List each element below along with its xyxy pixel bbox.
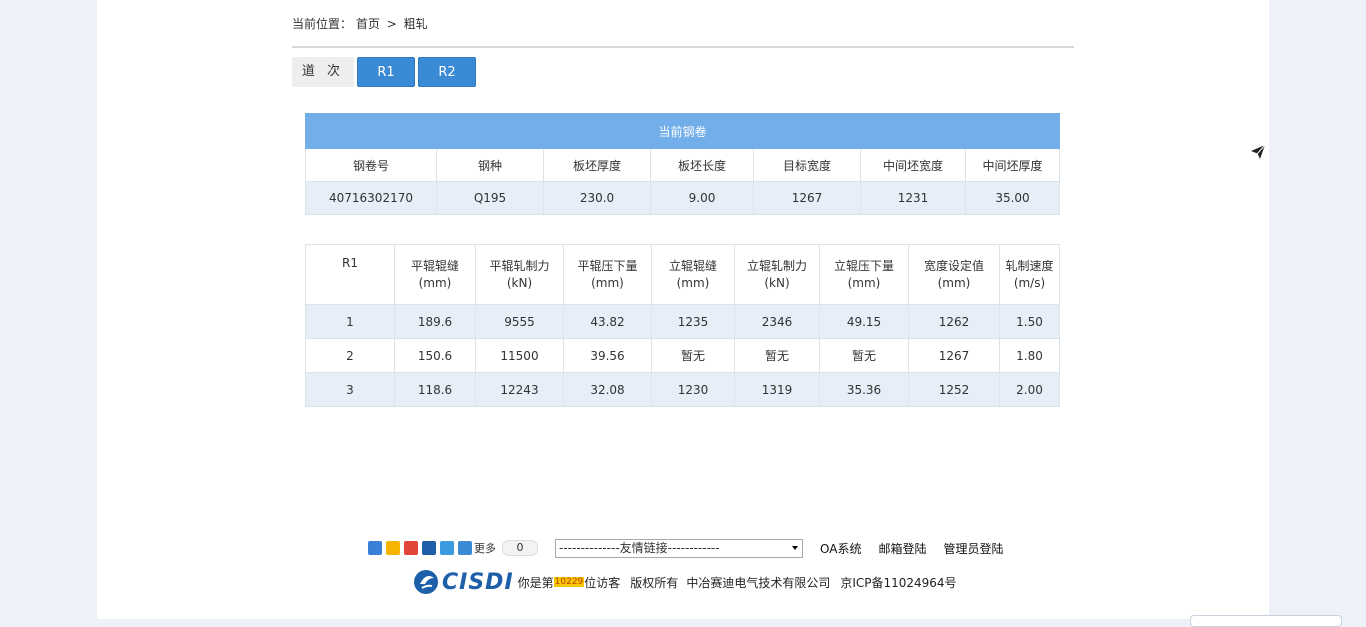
cisdi-logo-icon — [414, 570, 438, 594]
coil-value-cell: 230.0 — [543, 181, 651, 215]
coil-value-cell: 1231 — [860, 181, 966, 215]
roll-cell: 35.36 — [819, 372, 909, 407]
visitor-suffix: 位访客 — [584, 575, 621, 590]
admin-login-link[interactable]: 管理员登陆 — [943, 540, 1003, 557]
coil-value-cell: Q195 — [436, 181, 544, 215]
roll-cell: 9555 — [475, 304, 564, 339]
roll-cell: 暂无 — [734, 338, 820, 373]
share-tencent-icon[interactable] — [440, 541, 454, 555]
current-coil-table: 当前钢卷 钢卷号 钢种 板坯厚度 板坯长度 目标宽度 中间坯宽度 中间坯厚度 4… — [305, 113, 1060, 215]
roll-cell: 1319 — [734, 372, 820, 407]
copyright-label: 版权所有 — [630, 575, 679, 590]
roll-cell: 49.15 — [819, 304, 909, 339]
roll-cell: 189.6 — [394, 304, 476, 339]
breadcrumb-separator: > — [386, 17, 397, 31]
roll-cell: 32.08 — [563, 372, 652, 407]
roll-header-cell: 立辊压下量 (mm) — [819, 244, 909, 305]
footer-info-row: CISDI 你是第 10229 位访客 版权所有 中冶赛迪电气技术有限公司 京I… — [413, 568, 957, 596]
coil-value-cell: 1267 — [753, 181, 861, 215]
floating-widget[interactable] — [1190, 615, 1342, 627]
coil-table-header-row: 钢卷号 钢种 板坯厚度 板坯长度 目标宽度 中间坯宽度 中间坯厚度 — [305, 148, 1060, 182]
coil-header-cell: 钢卷号 — [305, 148, 437, 182]
chevron-down-icon — [792, 545, 798, 550]
roll-cell: 1235 — [651, 304, 735, 339]
roll-cell: 2.00 — [999, 372, 1060, 407]
share-more-label[interactable]: 更多 — [474, 540, 496, 556]
roll-cell: 1.80 — [999, 338, 1060, 373]
table-row: 1 189.6 9555 43.82 1235 2346 49.15 1262 … — [305, 304, 1060, 339]
pass-selector: 道 次 R1 R2 — [292, 57, 479, 87]
roll-data-table: R1 平辊辊缝 (mm) 平辊轧制力 (kN) 平辊压下量 (mm) 立辊辊缝 (mm)… — [305, 244, 1060, 407]
roll-cell: 1252 — [908, 372, 1000, 407]
pass-label: 道 次 — [292, 57, 354, 87]
roll-header-cell: 立辊轧制力 (kN) — [734, 244, 820, 305]
coil-header-cell: 中间坯宽度 — [860, 148, 966, 182]
roll-cell: 2 — [305, 338, 395, 373]
roll-header-cell: 平辊辊缝 (mm) — [394, 244, 476, 305]
roll-cell: 1 — [305, 304, 395, 339]
share-more-icon[interactable] — [458, 541, 472, 555]
roll-header-cell: 平辊轧制力 (kN) — [475, 244, 564, 305]
divider — [292, 46, 1074, 48]
share-star-icon[interactable] — [386, 541, 400, 555]
roll-header-cell: R1 — [305, 244, 395, 305]
visitor-count: 10229 — [553, 577, 585, 587]
page-container: 当前位置： 首页 > 粗轧 道 次 R1 R2 当前钢卷 钢卷号 钢种 板坯厚度… — [97, 0, 1269, 619]
share-renren-icon[interactable] — [422, 541, 436, 555]
roll-cell: 12243 — [475, 372, 564, 407]
oa-system-link[interactable]: OA系统 — [820, 540, 861, 557]
share-count: 0 — [502, 540, 538, 556]
coil-table-value-row: 40716302170 Q195 230.0 9.00 1267 1231 35… — [305, 181, 1060, 215]
share-qzone-icon[interactable] — [368, 541, 382, 555]
roll-header-cell: 宽度设定值 (mm) — [908, 244, 1000, 305]
roll-cell: 11500 — [475, 338, 564, 373]
roll-cell: 2346 — [734, 304, 820, 339]
roll-cell: 1262 — [908, 304, 1000, 339]
roll-header-cell: 立辊辊缝 (mm) — [651, 244, 735, 305]
share-bar: 更多 0 — [368, 540, 538, 556]
coil-header-cell: 目标宽度 — [753, 148, 861, 182]
breadcrumb: 当前位置： 首页 > 粗轧 — [292, 15, 428, 32]
coil-value-cell: 35.00 — [965, 181, 1060, 215]
breadcrumb-current: 粗轧 — [403, 17, 428, 31]
roll-cell: 暂无 — [651, 338, 735, 373]
paper-plane-icon[interactable] — [1250, 144, 1266, 160]
coil-header-cell: 钢种 — [436, 148, 544, 182]
roll-cell: 1267 — [908, 338, 1000, 373]
roll-cell: 1.50 — [999, 304, 1060, 339]
breadcrumb-prefix: 当前位置： — [292, 17, 353, 31]
icp-number[interactable]: 京ICP备11024964号 — [840, 574, 956, 591]
pass-button-r2[interactable]: R2 — [418, 57, 476, 87]
footer-links-row: 更多 0 --------------友情链接------------ OA系统… — [368, 538, 1003, 558]
coil-header-cell: 板坯长度 — [650, 148, 754, 182]
roll-cell: 39.56 — [563, 338, 652, 373]
breadcrumb-home-link[interactable]: 首页 — [356, 17, 380, 31]
roll-cell: 3 — [305, 372, 395, 407]
roll-header-cell: 平辊压下量 (mm) — [563, 244, 652, 305]
roll-header-cell: 轧制速度 (m/s) — [999, 244, 1060, 305]
company-name: 中冶赛迪电气技术有限公司 — [686, 575, 831, 590]
roll-cell: 暂无 — [819, 338, 909, 373]
roll-cell: 118.6 — [394, 372, 476, 407]
cisdi-logo: CISDI — [413, 569, 514, 595]
roll-cell: 1230 — [651, 372, 735, 407]
roll-cell: 150.6 — [394, 338, 476, 373]
coil-value-cell: 40716302170 — [305, 181, 437, 215]
mail-login-link[interactable]: 邮箱登陆 — [878, 540, 926, 557]
coil-header-cell: 中间坯厚度 — [965, 148, 1060, 182]
friend-links-select[interactable]: --------------友情链接------------ — [555, 538, 803, 558]
roll-table-header-row: R1 平辊辊缝 (mm) 平辊轧制力 (kN) 平辊压下量 (mm) 立辊辊缝 (mm)… — [305, 244, 1060, 305]
coil-value-cell: 9.00 — [650, 181, 754, 215]
share-weibo-icon[interactable] — [404, 541, 418, 555]
visitor-prefix: 你是第 — [517, 575, 554, 590]
table-row: 2 150.6 11500 39.56 暂无 暂无 暂无 1267 1.80 — [305, 338, 1060, 373]
table-row: 3 118.6 12243 32.08 1230 1319 35.36 1252… — [305, 372, 1060, 407]
roll-cell: 43.82 — [563, 304, 652, 339]
coil-table-title: 当前钢卷 — [305, 113, 1060, 149]
pass-button-r1[interactable]: R1 — [357, 57, 415, 87]
coil-header-cell: 板坯厚度 — [543, 148, 651, 182]
